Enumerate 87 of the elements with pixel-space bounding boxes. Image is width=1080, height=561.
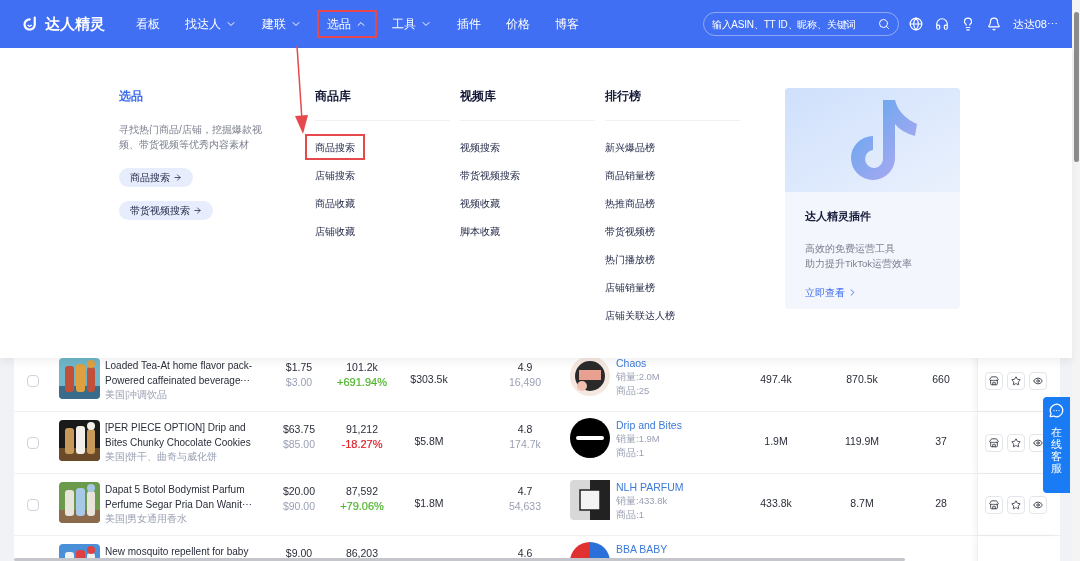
product-category: 美国|饼干、曲奇与威化饼 (105, 450, 219, 464)
original-price: $85.00 (282, 437, 316, 452)
original-price: $90.00 (282, 499, 316, 514)
price: $9.00 (285, 546, 313, 561)
table-cell-text: 37 (935, 434, 947, 449)
sales-count: 87,592 (345, 484, 379, 499)
table-cell-text: 119.9M (844, 434, 880, 449)
view-now-link[interactable]: 立即查看 (805, 284, 858, 300)
growth-rate: +691.94% (337, 375, 387, 390)
online-service-button[interactable]: 在线客服 (1043, 397, 1070, 493)
rating: 4.9 (517, 360, 533, 375)
nav-item[interactable]: 插件 (447, 10, 491, 38)
growth-rate: +79.06% (340, 499, 384, 514)
shop-sales: 销量:2.0M (616, 370, 660, 384)
menu-link[interactable]: 店铺销量榜 (595, 274, 665, 300)
promo-title: 达人精灵插件 (805, 209, 871, 224)
nav-item[interactable]: 价格 (496, 10, 540, 38)
shortcut-button[interactable]: 带货视频搜索 (119, 201, 213, 220)
shortcut-button[interactable]: 商品搜索 (119, 168, 193, 187)
menu-link[interactable]: 热推商品榜 (595, 190, 665, 216)
table-cell-text: 433.8k (760, 496, 792, 511)
rating: 4.7 (517, 484, 533, 499)
menu-link[interactable]: 带货视频榜 (595, 218, 665, 244)
menu-link[interactable]: 店铺关联达人榜 (595, 302, 685, 328)
table-cell-text: 870.5k (846, 372, 878, 387)
product-title[interactable]: New mosquito repellent for baby (105, 544, 249, 559)
review-count: 16,490 (508, 375, 542, 390)
menu-column-title: 商品库 (315, 88, 351, 104)
original-price: $3.00 (285, 375, 313, 390)
review-count: 174.7k (509, 437, 541, 452)
shop-name[interactable]: Chaos (616, 358, 660, 370)
sales-count: 86,203 (345, 546, 379, 561)
shop-name[interactable]: BBA BABY (616, 542, 668, 556)
sales-count: 101.2k (346, 360, 378, 375)
menu-link[interactable]: 热门播放榜 (595, 246, 665, 272)
sales-count: 91,212 (345, 422, 379, 437)
table-cell-text: 8.7M (850, 496, 874, 511)
product-title[interactable]: Loaded Tea-At home flavor pack- Powered caffeinated beverage⋯ (105, 358, 253, 388)
price: $1.75 (285, 360, 313, 375)
nav-item[interactable]: 建联 (252, 10, 312, 38)
table-cell-text: 1.9M (764, 434, 788, 449)
table-cell-text: 660 (932, 372, 950, 387)
revenue: $303.5k (410, 372, 448, 387)
rating: 4.8 (517, 422, 533, 437)
rating: 4.6 (517, 546, 533, 561)
price: $63.75 (282, 422, 316, 437)
shop-name[interactable]: Drip and Bites (616, 418, 682, 432)
section-description: 寻找热门商品/店铺，挖掘爆款视频、带货视频等优秀内容素材 (119, 123, 263, 152)
shop-sales: 销量:1.9M (616, 432, 661, 446)
table-cell-text: 497.4k (760, 372, 792, 387)
nav-item[interactable]: 选品 (317, 10, 377, 38)
table-cell-text: 28 (935, 496, 947, 511)
menu-link[interactable]: 新兴爆品榜 (595, 134, 665, 160)
nav-item[interactable]: 看板 (126, 10, 170, 38)
price: $20.00 (282, 484, 316, 499)
menu-column-title: 视频库 (460, 88, 496, 104)
product-title[interactable]: [PER PIECE OPTION] Drip and Bites Chunky Chocolate Cookies (105, 420, 251, 450)
product-title[interactable]: Dapat 5 Botol Bodymist Parfum Perfume Segar Pria Dan Wanit⋯ (105, 482, 252, 512)
menu-link[interactable]: 商品收藏 (305, 190, 365, 216)
menu-link[interactable]: 脚本收藏 (450, 218, 510, 244)
nav-item[interactable]: 找达人 (175, 10, 247, 38)
shop-products: 商品:1 (616, 446, 645, 460)
menu-link[interactable]: 带货视频搜索 (450, 162, 530, 188)
menu-link[interactable]: 视频搜索 (450, 134, 510, 160)
menu-section-title: 选品 (119, 88, 143, 104)
promo-text: 助力提升TikTok运营效率 (805, 256, 913, 271)
product-category: 美国|冲调饮品 (105, 388, 169, 402)
shop-products: 商品:25 (616, 384, 651, 398)
shop-products: 商品:1 (616, 508, 645, 522)
shop-name[interactable]: NLH PARFUM (616, 480, 684, 494)
menu-link[interactable]: 商品搜索 (305, 134, 365, 160)
review-count: 54,633 (508, 499, 542, 514)
growth-rate: -18.27% (341, 437, 383, 452)
logo-text: 达人精灵 (45, 13, 105, 34)
promo-text: 高效的免费运营工具 (805, 241, 896, 256)
revenue: $5.8M (414, 434, 444, 449)
user-name[interactable]: 达达08⋯ (1012, 15, 1058, 33)
menu-link[interactable]: 视频收藏 (450, 190, 510, 216)
nav-item[interactable]: 博客 (545, 10, 589, 38)
menu-link[interactable]: 店铺收藏 (305, 218, 365, 244)
revenue: $1.8M (414, 496, 444, 511)
menu-link[interactable]: 店铺搜索 (305, 162, 365, 188)
nav-item[interactable]: 工具 (382, 10, 442, 38)
menu-column-title: 排行榜 (605, 88, 641, 104)
shop-sales: 销量:433.8k (616, 494, 669, 508)
product-category: 美国|男女通用香水 (105, 512, 189, 526)
menu-link[interactable]: 商品销量榜 (595, 162, 665, 188)
